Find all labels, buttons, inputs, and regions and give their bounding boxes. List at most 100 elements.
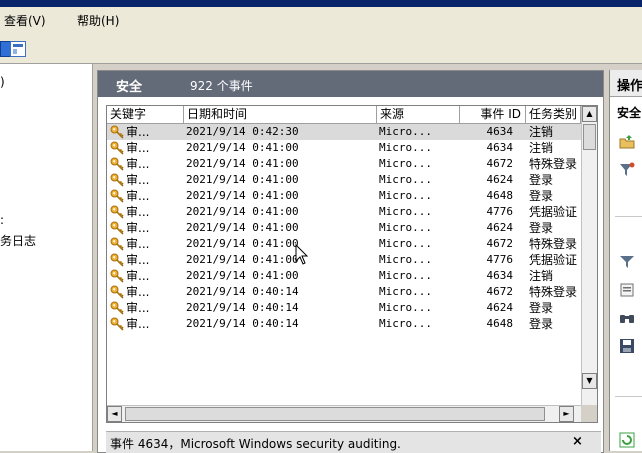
cell-datetime: 2021/9/14 0:41:00: [186, 237, 299, 250]
table-row[interactable]: 审... 2021/9/14 0:41:00 Micro... 4672 特殊登录: [107, 156, 581, 172]
cell-keyword: 审...: [126, 317, 150, 331]
cell-keyword: 审...: [126, 253, 150, 267]
toolbar: [0, 33, 642, 64]
filter-icon[interactable]: [619, 254, 635, 270]
cell-datetime: 2021/9/14 0:41:00: [186, 253, 299, 266]
cell-source: Micro...: [379, 221, 432, 234]
refresh-icon[interactable]: [619, 432, 635, 448]
vertical-scrollbar[interactable]: ▲ ▼: [581, 106, 597, 405]
table-row[interactable]: 审... 2021/9/14 0:41:00 Micro... 4624 登录: [107, 172, 581, 188]
column-headers: 关键字 日期和时间 来源 事件 ID 任务类别: [107, 106, 581, 124]
column-source[interactable]: 来源: [377, 106, 460, 123]
event-count: 922 个事件: [190, 79, 253, 93]
table-row[interactable]: 审... 2021/9/14 0:40:14 Micro... 4648 登录: [107, 316, 581, 332]
cell-source: Micro...: [379, 237, 432, 250]
actions-section-title[interactable]: 安全: [617, 104, 641, 121]
show-hide-pane-icon[interactable]: [10, 41, 26, 57]
horizontal-scrollbar[interactable]: ◄ ►: [107, 405, 581, 422]
menu-view[interactable]: 查看(V): [4, 12, 46, 29]
key-icon: [110, 157, 124, 171]
cell-category: 登录: [529, 221, 554, 235]
cell-source: Micro...: [379, 301, 432, 314]
scroll-left-button[interactable]: ◄: [107, 406, 122, 422]
cell-event-id: 4634: [486, 141, 514, 154]
scroll-right-button[interactable]: ►: [559, 406, 574, 422]
actions-title: 操作: [617, 79, 642, 94]
scroll-up-button[interactable]: ▲: [582, 106, 597, 122]
tree-item-fragment[interactable]: ): [0, 75, 5, 89]
scroll-down-button[interactable]: ▼: [582, 373, 597, 389]
menu-bar: 查看(V) 帮助(H): [0, 7, 642, 33]
table-row[interactable]: 审... 2021/9/14 0:41:00 Micro... 4634 注销: [107, 268, 581, 284]
cell-category: 特殊登录: [529, 157, 578, 171]
actions-separator: [615, 216, 642, 217]
event-grid: 关键字 日期和时间 来源 事件 ID 任务类别 审... 2021/9/14 0:…: [106, 105, 598, 423]
cell-event-id: 4624: [486, 173, 514, 186]
cell-category: 特殊登录: [529, 285, 578, 299]
cell-keyword: 审...: [126, 301, 150, 315]
cell-datetime: 2021/9/14 0:41:00: [186, 173, 299, 186]
horizontal-scroll-thumb[interactable]: [125, 407, 545, 421]
column-event-id[interactable]: 事件 ID: [460, 106, 526, 123]
table-row[interactable]: 审... 2021/9/14 0:41:00 Micro... 4672 特殊登录: [107, 236, 581, 252]
key-icon: [110, 189, 124, 203]
column-keyword[interactable]: 关键字: [107, 106, 184, 123]
cell-datetime: 2021/9/14 0:40:14: [186, 285, 299, 298]
table-row[interactable]: 审... 2021/9/14 0:42:30 Micro... 4634 注销: [107, 124, 581, 140]
cell-event-id: 4672: [486, 285, 514, 298]
table-row[interactable]: 审... 2021/9/14 0:41:00 Micro... 4648 登录: [107, 188, 581, 204]
tree-item-fragment[interactable]: :: [0, 213, 4, 227]
vertical-scroll-thumb[interactable]: [583, 124, 596, 150]
key-icon: [110, 237, 124, 251]
cell-event-id: 4634: [486, 125, 514, 138]
cell-keyword: 审...: [126, 237, 150, 251]
table-row[interactable]: 审... 2021/9/14 0:41:00 Micro... 4776 凭据验证: [107, 252, 581, 268]
column-category[interactable]: 任务类别: [526, 106, 581, 123]
mouse-cursor-icon: [295, 244, 309, 265]
table-row[interactable]: 审... 2021/9/14 0:40:14 Micro... 4672 特殊登录: [107, 284, 581, 300]
cell-datetime: 2021/9/14 0:40:14: [186, 317, 299, 330]
cell-category: 登录: [529, 317, 554, 331]
cell-datetime: 2021/9/14 0:41:00: [186, 221, 299, 234]
actions-pane: 操作 安全: [609, 70, 642, 451]
key-icon: [110, 301, 124, 315]
cell-source: Micro...: [379, 157, 432, 170]
window-title-strip: [0, 0, 642, 7]
log-header: 安全 922 个事件: [98, 71, 603, 97]
event-detail-header: 事件 4634，Microsoft Windows security audit…: [106, 431, 601, 453]
key-icon: [110, 141, 124, 155]
cell-event-id: 4672: [486, 237, 514, 250]
cell-datetime: 2021/9/14 0:42:30: [186, 125, 299, 138]
filter-icon[interactable]: [619, 162, 635, 178]
column-datetime[interactable]: 日期和时间: [184, 106, 377, 123]
log-name: 安全: [116, 80, 143, 95]
cell-source: Micro...: [379, 173, 432, 186]
cell-keyword: 审...: [126, 205, 150, 219]
open-log-icon[interactable]: [619, 134, 635, 150]
tree-item-task-log[interactable]: 务日志: [0, 232, 36, 249]
table-row[interactable]: 审... 2021/9/14 0:40:14 Micro... 4624 登录: [107, 300, 581, 316]
cell-category: 注销: [529, 125, 554, 139]
cell-category: 登录: [529, 189, 554, 203]
cell-category: 凭据验证: [529, 205, 578, 219]
cell-event-id: 4672: [486, 157, 514, 170]
cell-source: Micro...: [379, 269, 432, 282]
event-detail-title: 事件 4634，Microsoft Windows security audit…: [110, 437, 401, 451]
cell-keyword: 审...: [126, 157, 150, 171]
properties-icon[interactable]: [619, 282, 635, 298]
menu-help[interactable]: 帮助(H): [77, 12, 119, 29]
key-icon: [110, 173, 124, 187]
cell-event-id: 4624: [486, 221, 514, 234]
key-icon: [110, 269, 124, 283]
close-detail-button[interactable]: ×: [572, 434, 583, 449]
cell-keyword: 审...: [126, 189, 150, 203]
key-icon: [110, 317, 124, 331]
table-row[interactable]: 审... 2021/9/14 0:41:00 Micro... 4776 凭据验证: [107, 204, 581, 220]
table-row[interactable]: 审... 2021/9/14 0:41:00 Micro... 4624 登录: [107, 220, 581, 236]
cell-datetime: 2021/9/14 0:40:14: [186, 301, 299, 314]
cell-category: 登录: [529, 173, 554, 187]
table-row[interactable]: 审... 2021/9/14 0:41:00 Micro... 4634 注销: [107, 140, 581, 156]
cell-event-id: 4776: [486, 205, 514, 218]
save-icon[interactable]: [619, 338, 635, 354]
find-icon[interactable]: [619, 310, 635, 326]
